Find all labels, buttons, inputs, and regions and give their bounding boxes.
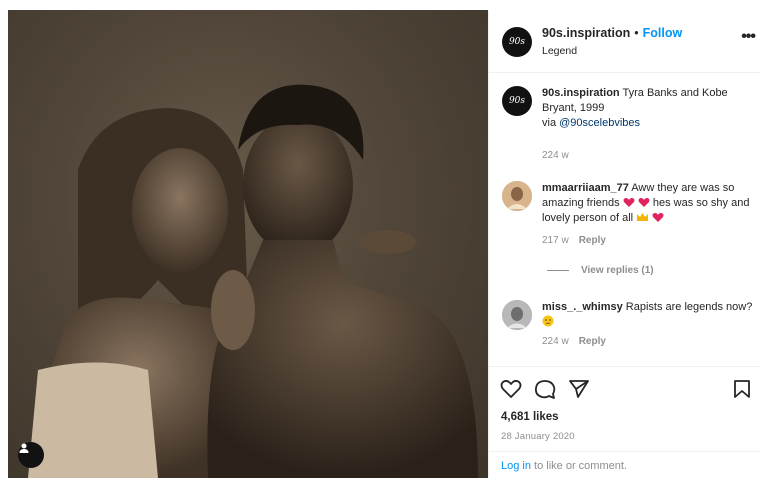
comment-meta: 217 w Reply [542, 235, 606, 246]
thinking-emoji-icon [542, 315, 554, 327]
header-username[interactable]: 90s.inspiration [542, 26, 630, 40]
reply-button[interactable]: Reply [579, 336, 606, 347]
login-prompt: Log in to like or comment. [489, 451, 760, 480]
more-icon[interactable]: ••• [741, 28, 756, 46]
user-tag-button[interactable] [18, 442, 44, 468]
caption-avatar[interactable]: 90s [502, 86, 532, 116]
comment-username[interactable]: mmaarriiaam_77 [542, 182, 629, 194]
follow-button[interactable]: Follow [643, 26, 683, 40]
heart-emoji-icon [623, 198, 635, 207]
location-label[interactable]: Legend [542, 45, 577, 57]
comment-icon[interactable] [534, 379, 556, 400]
caption-mention[interactable]: @90scelebvibes [559, 117, 640, 129]
likes-count[interactable]: 4,681 likes [501, 411, 559, 423]
actions-section: 4,681 likes 28 January 2020 Log in to li… [489, 366, 760, 479]
avatar-image-icon [502, 300, 532, 330]
post-date: 28 January 2020 [501, 431, 575, 442]
instagram-post-view: 90s 90s.inspiration • Follow Legend ••• 90… [0, 0, 760, 486]
caption-time: 224 w [542, 150, 569, 161]
heart-emoji-icon [652, 213, 664, 222]
bookmark-icon[interactable] [733, 379, 751, 399]
caption-avatar-text: 90s [508, 96, 526, 106]
caption-username[interactable]: 90s.inspiration [542, 87, 620, 99]
login-link[interactable]: Log in [501, 460, 531, 472]
avatar[interactable]: 90s [502, 27, 532, 57]
view-replies-label: View replies (1) [581, 265, 654, 276]
avatar-text: 90s [508, 37, 526, 47]
post-side-panel: 90s 90s.inspiration • Follow Legend ••• 90… [488, 10, 760, 478]
divider-line [547, 270, 569, 271]
login-rest: to like or comment. [530, 460, 627, 472]
photo-illustration [8, 10, 488, 478]
comment-time: 217 w [542, 235, 569, 246]
comment-body: Rapists are legends now? [625, 301, 753, 313]
comment-time: 224 w [542, 336, 569, 347]
view-replies-button[interactable]: View replies (1) [547, 265, 654, 276]
separator-dot: • [634, 26, 639, 40]
reply-button[interactable]: Reply [579, 235, 606, 246]
share-icon[interactable] [568, 379, 590, 399]
heart-emoji-icon [638, 198, 650, 207]
caption-via: via [542, 117, 557, 129]
post-photo[interactable] [8, 10, 488, 478]
user-tag-icon [19, 443, 29, 453]
post-header: 90s 90s.inspiration • Follow Legend ••• [489, 10, 760, 73]
crown-emoji-icon [637, 213, 649, 221]
caption: 90s.inspiration Tyra Banks and Kobe Brya… [542, 86, 752, 131]
comment-username[interactable]: miss_._whimsy [542, 301, 623, 313]
comment-avatar[interactable] [502, 181, 532, 211]
comment-text: miss_._whimsy Rapists are legends now? [542, 300, 760, 330]
comment-text: mmaarriiaam_77 Aww they are was so amazi… [542, 181, 754, 226]
comment-meta: 224 w Reply [542, 336, 606, 347]
heart-icon[interactable] [500, 379, 522, 399]
comments-section: 90s 90s.inspiration Tyra Banks and Kobe … [489, 72, 760, 364]
header-user-line: 90s.inspiration • Follow [542, 26, 682, 40]
avatar-image-icon [502, 181, 532, 211]
comment-avatar[interactable] [502, 300, 532, 330]
